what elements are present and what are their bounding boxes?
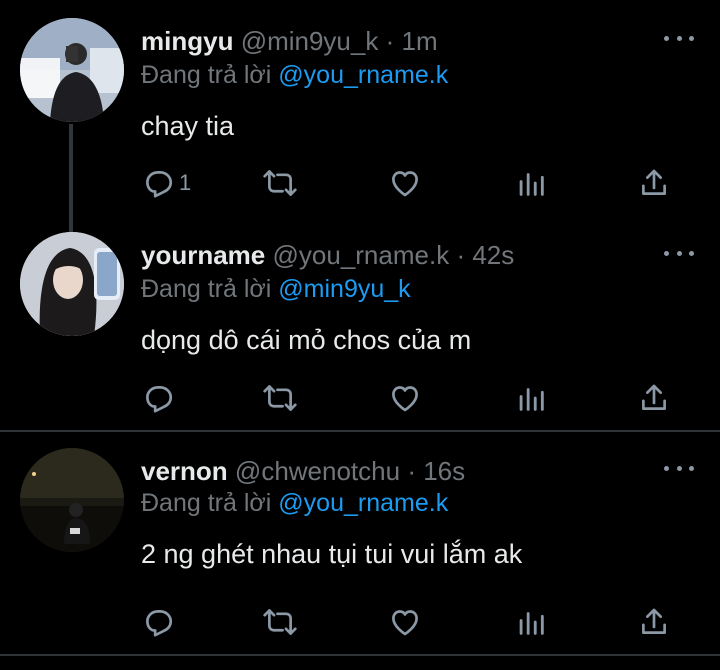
tweet-text: dọng dô cái mỏ chos của m <box>141 325 472 355</box>
reply-context: Đang trả lời @min9yu_k <box>141 274 411 304</box>
share-button[interactable] <box>637 378 671 418</box>
reply-icon <box>141 381 175 415</box>
user-handle[interactable]: @min9yu_k <box>241 26 379 56</box>
share-button[interactable] <box>637 163 671 203</box>
more-icon[interactable] <box>664 246 694 260</box>
display-name[interactable]: yourname <box>141 240 265 270</box>
retweet-button[interactable] <box>263 163 297 203</box>
reply-prefix: Đang trả lời <box>141 275 272 303</box>
tweet-text: 2 ng ghét nhau tụi tui vui lắm ak <box>141 539 523 569</box>
timestamp[interactable]: 1m <box>402 26 438 56</box>
tweet-divider <box>0 654 720 656</box>
reply-icon <box>141 605 175 639</box>
tweet-header: yourname @you_rname.k · 42s <box>141 240 514 270</box>
more-icon[interactable] <box>664 461 694 475</box>
like-button[interactable] <box>388 602 422 642</box>
separator-dot: · <box>456 240 466 270</box>
tweet-header: mingyu @min9yu_k · 1m <box>141 26 438 56</box>
avatar[interactable] <box>20 448 124 552</box>
views-button[interactable] <box>514 602 548 642</box>
action-bar: 1 <box>0 163 720 203</box>
share-button[interactable] <box>637 602 671 642</box>
retweet-icon <box>263 381 297 415</box>
user-handle[interactable]: @you_rname.k <box>273 240 450 270</box>
action-bar <box>0 378 720 418</box>
reply-button[interactable] <box>141 378 179 418</box>
views-button[interactable] <box>514 378 548 418</box>
retweet-icon <box>263 166 297 200</box>
like-button[interactable] <box>388 163 422 203</box>
like-icon <box>388 166 422 200</box>
retweet-button[interactable] <box>263 602 297 642</box>
views-button[interactable] <box>514 163 548 203</box>
reply-count: 1 <box>179 170 192 195</box>
reply-mention-link[interactable]: @you_rname.k <box>278 61 448 89</box>
timestamp[interactable]: 16s <box>423 456 465 486</box>
user-handle[interactable]: @chwenotchu <box>235 456 400 486</box>
separator-dot: · <box>407 456 416 486</box>
reply-button[interactable]: 1 <box>141 163 191 203</box>
share-icon <box>637 381 671 415</box>
reply-mention-link[interactable]: @min9yu_k <box>278 275 410 303</box>
timestamp[interactable]: 42s <box>472 240 514 270</box>
separator-dot: · <box>385 26 395 56</box>
retweet-icon <box>263 605 297 639</box>
action-bar <box>0 602 720 642</box>
views-icon <box>514 381 548 415</box>
reply-icon <box>141 166 175 200</box>
tweet-card[interactable]: yourname @you_rname.k · 42s Đang trả lời… <box>0 232 720 430</box>
reply-button[interactable] <box>141 602 179 642</box>
share-icon <box>637 605 671 639</box>
views-icon <box>514 166 548 200</box>
avatar[interactable] <box>20 18 124 122</box>
reply-mention-link[interactable]: @you_rname.k <box>278 489 448 517</box>
reply-prefix: Đang trả lời <box>141 489 272 517</box>
avatar[interactable] <box>20 232 124 336</box>
views-icon <box>514 605 548 639</box>
retweet-button[interactable] <box>263 378 297 418</box>
tweet-text: chay tia <box>141 111 235 141</box>
like-button[interactable] <box>388 378 422 418</box>
tweet-card[interactable]: vernon @chwenotchu · 16s Đang trả lời @y… <box>0 432 720 654</box>
more-icon[interactable] <box>664 31 694 45</box>
reply-context: Đang trả lời @you_rname.k <box>141 488 448 518</box>
display-name[interactable]: vernon <box>141 456 228 486</box>
tweet-card[interactable]: mingyu @min9yu_k · 1m Đang trả lời @you_… <box>0 0 720 232</box>
display-name[interactable]: mingyu <box>141 26 233 56</box>
reply-context: Đang trả lời @you_rname.k <box>141 60 448 90</box>
reply-prefix: Đang trả lời <box>141 61 272 89</box>
like-icon <box>388 381 422 415</box>
like-icon <box>388 605 422 639</box>
share-icon <box>637 166 671 200</box>
tweet-header: vernon @chwenotchu · 16s <box>141 456 465 486</box>
